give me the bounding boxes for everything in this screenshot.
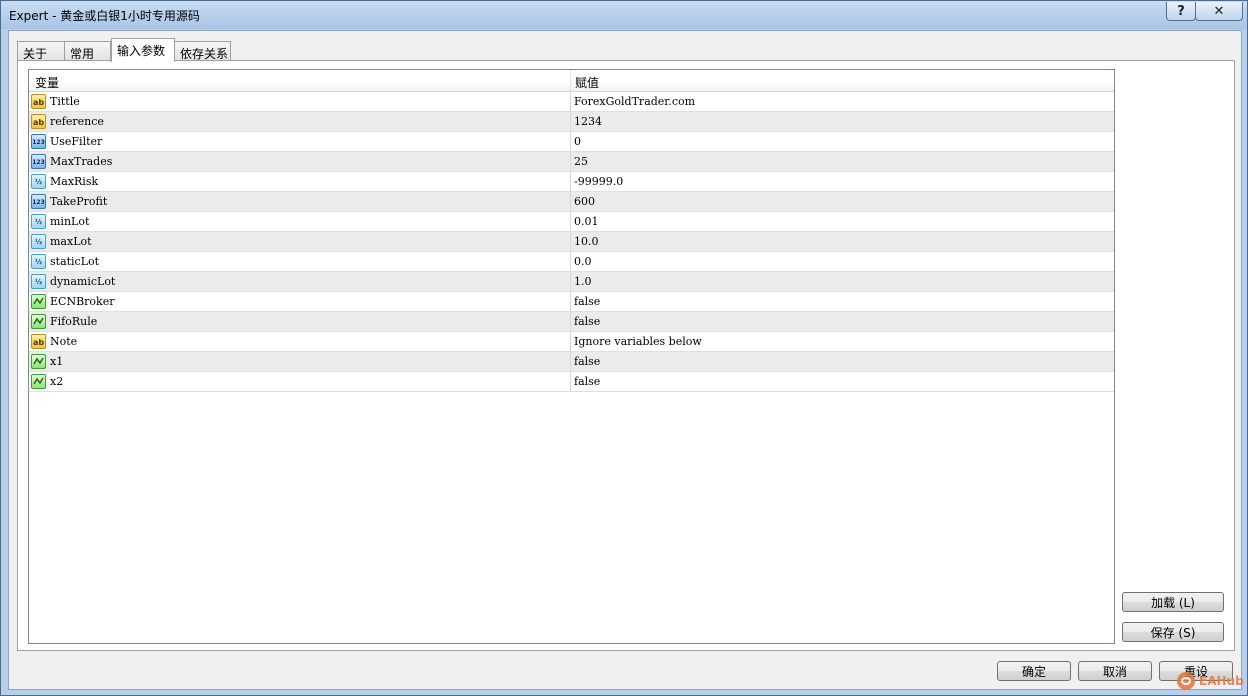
table-row[interactable]: ½ dynamicLot 1.0 xyxy=(29,272,1114,292)
help-button[interactable]: ? xyxy=(1166,2,1196,21)
variable-value-cell[interactable]: 1234 xyxy=(574,115,602,128)
cell-divider xyxy=(570,152,571,172)
tab-dependencies[interactable]: 依存关系 xyxy=(174,41,231,61)
variable-name-cell: maxLot xyxy=(50,235,92,248)
tab-about[interactable]: 关于 xyxy=(17,41,65,61)
inputs-tab-page: 变量 赋值 ab Tittle ForexGoldTrader.com ab refer… xyxy=(17,60,1235,651)
boolean-type-icon xyxy=(31,294,46,309)
variable-name-cell: x2 xyxy=(50,375,64,388)
cell-divider xyxy=(570,312,571,332)
table-row[interactable]: ECNBroker false xyxy=(29,292,1114,312)
save-button[interactable]: 保存 (S) xyxy=(1122,622,1224,642)
variable-name-cell: ECNBroker xyxy=(50,295,115,308)
variable-value-cell[interactable]: false xyxy=(574,295,600,308)
integer-type-icon: 123 xyxy=(31,134,46,149)
integer-type-icon: 123 xyxy=(31,194,46,209)
table-row[interactable]: ½ MaxRisk -99999.0 xyxy=(29,172,1114,192)
table-row[interactable]: ab Tittle ForexGoldTrader.com xyxy=(29,92,1114,112)
watermark-text: EAHub xyxy=(1199,674,1244,688)
column-header-variable[interactable]: 变量 xyxy=(35,74,59,91)
cell-divider xyxy=(570,172,571,192)
variable-name-cell: TakeProfit xyxy=(50,195,108,208)
cell-divider xyxy=(570,272,571,292)
table-row[interactable]: ½ maxLot 10.0 xyxy=(29,232,1114,252)
variable-name-cell: staticLot xyxy=(50,255,100,268)
cell-divider xyxy=(570,112,571,132)
variable-value-cell[interactable]: Ignore variables below xyxy=(574,335,702,348)
variable-name-cell: FifoRule xyxy=(50,315,98,328)
cell-divider xyxy=(570,332,571,352)
string-type-icon: ab xyxy=(31,114,46,129)
cell-divider xyxy=(570,92,571,112)
variable-name-cell: MaxRisk xyxy=(50,175,99,188)
table-row[interactable]: 123 UseFilter 0 xyxy=(29,132,1114,152)
variable-name-cell: Note xyxy=(50,335,78,348)
variable-name-cell: MaxTrades xyxy=(50,155,113,168)
string-type-icon: ab xyxy=(31,334,46,349)
variable-value-cell[interactable]: 600 xyxy=(574,195,595,208)
boolean-type-icon xyxy=(31,354,46,369)
double-type-icon: ½ xyxy=(31,174,46,189)
variable-value-cell[interactable]: 10.0 xyxy=(574,235,599,248)
grid-header: 变量 赋值 xyxy=(29,70,1114,92)
variable-name-cell: reference xyxy=(50,115,104,128)
column-header-value[interactable]: 赋值 xyxy=(575,74,599,91)
variable-name-cell: UseFilter xyxy=(50,135,103,148)
window-title: Expert - 黄金或白银1小时专用源码 xyxy=(9,9,200,23)
double-type-icon: ½ xyxy=(31,234,46,249)
variable-name-cell: minLot xyxy=(50,215,90,228)
table-row[interactable]: ½ minLot 0.01 xyxy=(29,212,1114,232)
eahub-logo-icon xyxy=(1177,672,1195,690)
table-row[interactable]: 123 TakeProfit 600 xyxy=(29,192,1114,212)
boolean-type-icon xyxy=(31,374,46,389)
variable-value-cell[interactable]: 0.01 xyxy=(574,215,599,228)
variable-value-cell[interactable]: 25 xyxy=(574,155,588,168)
variable-value-cell[interactable]: 1.0 xyxy=(574,275,592,288)
title-bar[interactable]: Expert - 黄金或白银1小时专用源码 ? ✕ xyxy=(1,1,1247,29)
ok-button[interactable]: 确定 xyxy=(997,661,1071,681)
column-divider[interactable] xyxy=(570,70,571,92)
variable-value-cell[interactable]: 0 xyxy=(574,135,581,148)
variable-value-cell[interactable]: false xyxy=(574,315,600,328)
double-type-icon: ½ xyxy=(31,254,46,269)
boolean-type-icon xyxy=(31,314,46,329)
cell-divider xyxy=(570,292,571,312)
table-row[interactable]: ab Note Ignore variables below xyxy=(29,332,1114,352)
tab-inputs[interactable]: 输入参数 xyxy=(111,38,175,62)
double-type-icon: ½ xyxy=(31,274,46,289)
variable-value-cell[interactable]: -99999.0 xyxy=(574,175,623,188)
input-parameters-grid: 变量 赋值 ab Tittle ForexGoldTrader.com ab refer… xyxy=(28,69,1115,644)
table-row[interactable]: ½ staticLot 0.0 xyxy=(29,252,1114,272)
table-row[interactable]: ab reference 1234 xyxy=(29,112,1114,132)
double-type-icon: ½ xyxy=(31,214,46,229)
variable-name-cell: Tittle xyxy=(50,95,80,108)
table-row[interactable]: 123 MaxTrades 25 xyxy=(29,152,1114,172)
tab-common[interactable]: 常用 xyxy=(64,41,111,61)
variable-value-cell[interactable]: false xyxy=(574,375,600,388)
dialog-client-area: 关于 常用 输入参数 依存关系 变量 赋值 ab Tittle ForexGoldT… xyxy=(8,30,1242,690)
expert-properties-window: Expert - 黄金或白银1小时专用源码 ? ✕ 关于 常用 输入参数 依存关… xyxy=(0,0,1248,696)
cell-divider xyxy=(570,372,571,392)
integer-type-icon: 123 xyxy=(31,154,46,169)
variable-value-cell[interactable]: ForexGoldTrader.com xyxy=(574,95,695,108)
watermark-logo: EAHub xyxy=(1177,669,1247,693)
string-type-icon: ab xyxy=(31,94,46,109)
variable-name-cell: dynamicLot xyxy=(50,275,116,288)
table-row[interactable]: FifoRule false xyxy=(29,312,1114,332)
variable-value-cell[interactable]: false xyxy=(574,355,600,368)
cell-divider xyxy=(570,252,571,272)
cell-divider xyxy=(570,232,571,252)
cancel-button[interactable]: 取消 xyxy=(1078,661,1152,681)
table-row[interactable]: x2 false xyxy=(29,372,1114,392)
cell-divider xyxy=(570,352,571,372)
table-row[interactable]: x1 false xyxy=(29,352,1114,372)
cell-divider xyxy=(570,212,571,232)
close-button[interactable]: ✕ xyxy=(1195,2,1243,21)
variable-name-cell: x1 xyxy=(50,355,64,368)
variable-value-cell[interactable]: 0.0 xyxy=(574,255,592,268)
load-button[interactable]: 加载 (L) xyxy=(1122,592,1224,612)
cell-divider xyxy=(570,132,571,152)
cell-divider xyxy=(570,192,571,212)
